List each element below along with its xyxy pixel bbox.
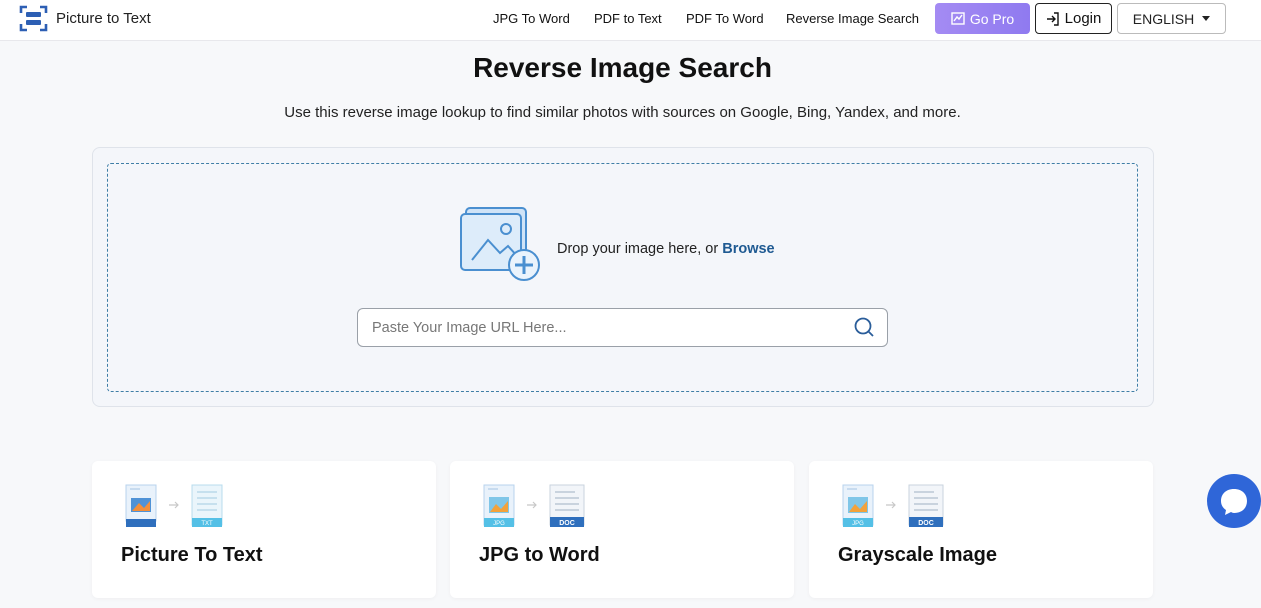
browse-link[interactable]: Browse xyxy=(722,241,774,257)
chat-button[interactable] xyxy=(1207,474,1261,528)
card-badge-doc: DOC xyxy=(918,520,934,527)
login-button[interactable]: Login xyxy=(1035,3,1112,34)
tool-card-jpg-to-word[interactable]: JPG DOC JPG to Word xyxy=(450,461,794,598)
jpg-to-doc-icon: JPG DOC xyxy=(483,484,585,527)
drop-zone[interactable] xyxy=(107,163,1138,392)
card-badge-jpg: JPG xyxy=(493,521,505,527)
image-add-icon xyxy=(460,207,540,281)
login-arrow-icon xyxy=(1046,11,1059,26)
card-badge-doc: DOC xyxy=(559,520,575,527)
card-title: Grayscale Image xyxy=(838,544,997,566)
nav-pdf-to-word[interactable]: PDF To Word xyxy=(686,11,764,26)
go-pro-label: Go Pro xyxy=(969,10,1015,27)
image-to-text-icon: TXT xyxy=(125,484,223,527)
nav-jpg-to-word[interactable]: JPG To Word xyxy=(493,11,570,26)
nav-reverse-image-search[interactable]: Reverse Image Search xyxy=(786,11,919,26)
top-header: Picture to Text JPG To Word PDF to Text … xyxy=(0,0,1261,41)
page-subtitle: Use this reverse image lookup to find si… xyxy=(284,104,961,121)
search-icon[interactable] xyxy=(853,316,875,338)
go-pro-button[interactable]: Go Pro xyxy=(935,3,1030,34)
jpg-to-doc-icon: JPG DOC xyxy=(842,484,944,527)
language-label: ENGLISH xyxy=(1132,10,1195,27)
card-badge-txt: TXT xyxy=(201,521,213,527)
scan-icon xyxy=(19,5,48,32)
card-title: JPG to Word xyxy=(479,544,600,566)
crown-chart-icon xyxy=(951,12,965,25)
drop-instructions: Drop your image here, or Browse xyxy=(557,241,775,257)
tool-card-picture-to-text[interactable]: TXT Picture To Text xyxy=(92,461,436,598)
chat-icon xyxy=(1221,489,1247,515)
card-title: Picture To Text xyxy=(121,544,263,566)
logo[interactable]: Picture to Text xyxy=(19,4,151,33)
logo-text: Picture to Text xyxy=(56,10,151,27)
drop-text: Drop your image here, or xyxy=(557,241,719,257)
image-url-input[interactable] xyxy=(372,309,842,346)
card-badge-jpg: JPG xyxy=(852,521,864,527)
page-title: Reverse Image Search xyxy=(473,52,772,83)
tool-card-grayscale-image[interactable]: JPG DOC Grayscale Image xyxy=(809,461,1153,598)
nav-pdf-to-text[interactable]: PDF to Text xyxy=(594,11,662,26)
url-input-container xyxy=(357,308,888,347)
login-label: Login xyxy=(1064,10,1102,27)
language-select[interactable]: ENGLISH xyxy=(1117,3,1226,34)
chevron-down-icon xyxy=(1202,16,1211,21)
